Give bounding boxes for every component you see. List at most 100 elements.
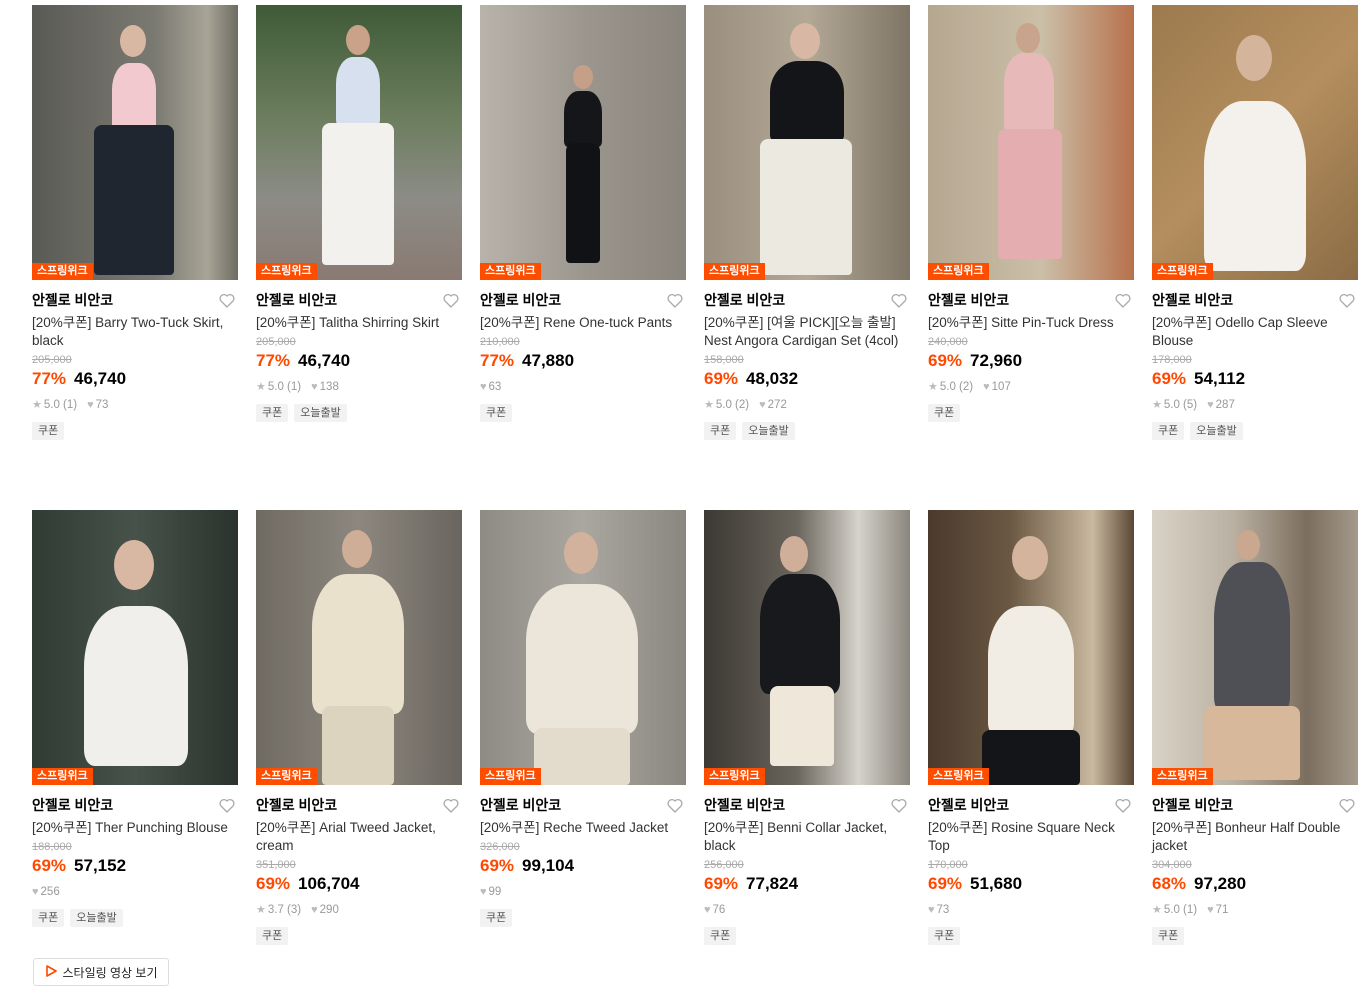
discount-rate: 77% <box>256 351 291 370</box>
original-price: 240,000 <box>928 336 968 348</box>
heart-small-icon: ♥ <box>32 886 39 898</box>
heart-icon[interactable] <box>1114 796 1132 814</box>
product-image[interactable]: 스프링위크 <box>1152 5 1358 280</box>
discount-rate: 69% <box>928 351 963 370</box>
product-card[interactable]: 스프링위크 안젤로 비안코 [20%쿠폰] Benni Collar Jacke… <box>704 510 910 1007</box>
likes: ♥ 71 <box>1207 904 1229 916</box>
product-image[interactable]: 스프링위크 <box>928 510 1134 785</box>
star-icon: ★ <box>928 381 938 393</box>
promo-badge: 스프링위크 <box>480 263 541 280</box>
product-title[interactable]: [20%쿠폰] Odello Cap Sleeve Blouse <box>1152 314 1358 350</box>
star-icon: ★ <box>256 381 266 393</box>
product-image[interactable]: 스프링위크 <box>256 5 462 280</box>
product-image[interactable]: 스프링위크 <box>480 510 686 785</box>
product-card[interactable]: 스프링위크 안젤로 비안코 [20%쿠폰] Sitte Pin-Tuck Dre… <box>928 5 1134 510</box>
discount-rate: 68% <box>1152 874 1187 893</box>
product-image[interactable]: 스프링위크 <box>928 5 1134 280</box>
product-image[interactable]: 스프링위크 <box>32 5 238 280</box>
brand-name[interactable]: 안젤로 비안코 <box>928 290 1009 310</box>
product-card[interactable]: 스프링위크 안젤로 비안코 [20%쿠폰] Talitha Shirring S… <box>256 5 462 510</box>
likes: ♥ 73 <box>928 904 950 916</box>
product-card[interactable]: 스프링위크 안젤로 비안코 [20%쿠폰] Arial Tweed Jacket… <box>256 510 462 1007</box>
rating: ★ 5.0 (2) <box>928 381 974 393</box>
tag-today-ship: 오늘출발 <box>294 404 347 422</box>
brand-name[interactable]: 안젤로 비안코 <box>256 795 337 815</box>
brand-name[interactable]: 안젤로 비안코 <box>928 795 1009 815</box>
brand-name[interactable]: 안젤로 비안코 <box>32 795 113 815</box>
promo-badge: 스프링위크 <box>480 768 541 785</box>
heart-icon[interactable] <box>442 291 460 309</box>
discount-rate: 69% <box>704 369 739 388</box>
heart-icon[interactable] <box>1114 291 1132 309</box>
product-image[interactable]: 스프링위크 <box>704 510 910 785</box>
rating: ★ 5.0 (5) <box>1152 399 1198 411</box>
heart-icon[interactable] <box>666 291 684 309</box>
product-card[interactable]: 스프링위크 안젤로 비안코 [20%쿠폰] Odello Cap Sleeve … <box>1152 5 1358 510</box>
heart-small-icon: ♥ <box>480 886 487 898</box>
product-card[interactable]: 스프링위크 안젤로 비안코 [20%쿠폰] Bonheur Half Doubl… <box>1152 510 1358 1007</box>
product-card[interactable]: 스프링위크 안젤로 비안코 [20%쿠폰] [여울 PICK][오늘 출발] N… <box>704 5 910 510</box>
sale-price: 77,824 <box>746 874 799 893</box>
product-image[interactable]: 스프링위크 <box>1152 510 1358 785</box>
sale-price: 47,880 <box>522 351 575 370</box>
tag-today-ship: 오늘출발 <box>1190 422 1243 440</box>
star-icon: ★ <box>1152 399 1162 411</box>
product-title[interactable]: [20%쿠폰] Benni Collar Jacket, black <box>704 819 910 855</box>
brand-name[interactable]: 안젤로 비안코 <box>704 290 785 310</box>
product-title[interactable]: [20%쿠폰] Rene One-tuck Pants <box>480 314 686 332</box>
heart-icon[interactable] <box>890 796 908 814</box>
heart-small-icon: ♥ <box>983 381 990 393</box>
likes: ♥ 63 <box>480 381 502 393</box>
heart-small-icon: ♥ <box>87 399 94 411</box>
heart-icon[interactable] <box>218 291 236 309</box>
product-image[interactable]: 스프링위크 <box>32 510 238 785</box>
brand-name[interactable]: 안젤로 비안코 <box>1152 795 1233 815</box>
product-card[interactable]: 스프링위크 안젤로 비안코 [20%쿠폰] Rene One-tuck Pant… <box>480 5 686 510</box>
heart-icon[interactable] <box>666 796 684 814</box>
heart-small-icon: ♥ <box>311 904 318 916</box>
product-title[interactable]: [20%쿠폰] Ther Punching Blouse <box>32 819 238 837</box>
heart-icon[interactable] <box>1338 796 1356 814</box>
brand-name[interactable]: 안젤로 비안코 <box>256 290 337 310</box>
product-card[interactable]: 스프링위크 안젤로 비안코 [20%쿠폰] Ther Punching Blou… <box>32 510 238 1007</box>
discount-rate: 69% <box>480 856 515 875</box>
tag-coupon: 쿠폰 <box>704 422 737 440</box>
brand-name[interactable]: 안젤로 비안코 <box>1152 290 1233 310</box>
heart-icon[interactable] <box>1338 291 1356 309</box>
tag-coupon: 쿠폰 <box>256 927 289 945</box>
original-price: 158,000 <box>704 354 744 366</box>
product-title[interactable]: [20%쿠폰] Barry Two-Tuck Skirt, black <box>32 314 238 350</box>
tag-coupon: 쿠폰 <box>704 927 737 945</box>
product-image[interactable]: 스프링위크 <box>704 5 910 280</box>
brand-name[interactable]: 안젤로 비안코 <box>32 290 113 310</box>
heart-icon[interactable] <box>218 796 236 814</box>
product-title[interactable]: [20%쿠폰] Talitha Shirring Skirt <box>256 314 462 332</box>
styling-video-button[interactable]: 스타일링 영상 보기 <box>33 958 169 986</box>
product-image[interactable]: 스프링위크 <box>256 510 462 785</box>
sale-price: 54,112 <box>1194 369 1246 388</box>
discount-rate: 69% <box>1152 369 1187 388</box>
product-title[interactable]: [20%쿠폰] [여울 PICK][오늘 출발] Nest Angora Car… <box>704 314 910 350</box>
product-title[interactable]: [20%쿠폰] Bonheur Half Double jacket <box>1152 819 1358 855</box>
product-card[interactable]: 스프링위크 안젤로 비안코 [20%쿠폰] Barry Two-Tuck Ski… <box>32 5 238 510</box>
heart-icon[interactable] <box>442 796 460 814</box>
rating: ★ 5.0 (1) <box>32 399 78 411</box>
promo-badge: 스프링위크 <box>704 768 765 785</box>
product-title[interactable]: [20%쿠폰] Arial Tweed Jacket, cream <box>256 819 462 855</box>
discount-rate: 77% <box>480 351 515 370</box>
heart-small-icon: ♥ <box>759 399 766 411</box>
brand-name[interactable]: 안젤로 비안코 <box>704 795 785 815</box>
product-title[interactable]: [20%쿠폰] Sitte Pin-Tuck Dress <box>928 314 1134 332</box>
brand-name[interactable]: 안젤로 비안코 <box>480 795 561 815</box>
product-image[interactable]: 스프링위크 <box>480 5 686 280</box>
heart-icon[interactable] <box>890 291 908 309</box>
product-card[interactable]: 스프링위크 안젤로 비안코 [20%쿠폰] Reche Tweed Jacket… <box>480 510 686 1007</box>
brand-name[interactable]: 안젤로 비안코 <box>480 290 561 310</box>
styling-video-label: 스타일링 영상 보기 <box>62 965 158 980</box>
sale-price: 97,280 <box>1194 874 1247 893</box>
tag-coupon: 쿠폰 <box>1152 422 1185 440</box>
product-card[interactable]: 스프링위크 안젤로 비안코 [20%쿠폰] Rosine Square Neck… <box>928 510 1134 1007</box>
rating: ★ 5.0 (1) <box>256 381 302 393</box>
product-title[interactable]: [20%쿠폰] Reche Tweed Jacket <box>480 819 686 837</box>
product-title[interactable]: [20%쿠폰] Rosine Square Neck Top <box>928 819 1134 855</box>
